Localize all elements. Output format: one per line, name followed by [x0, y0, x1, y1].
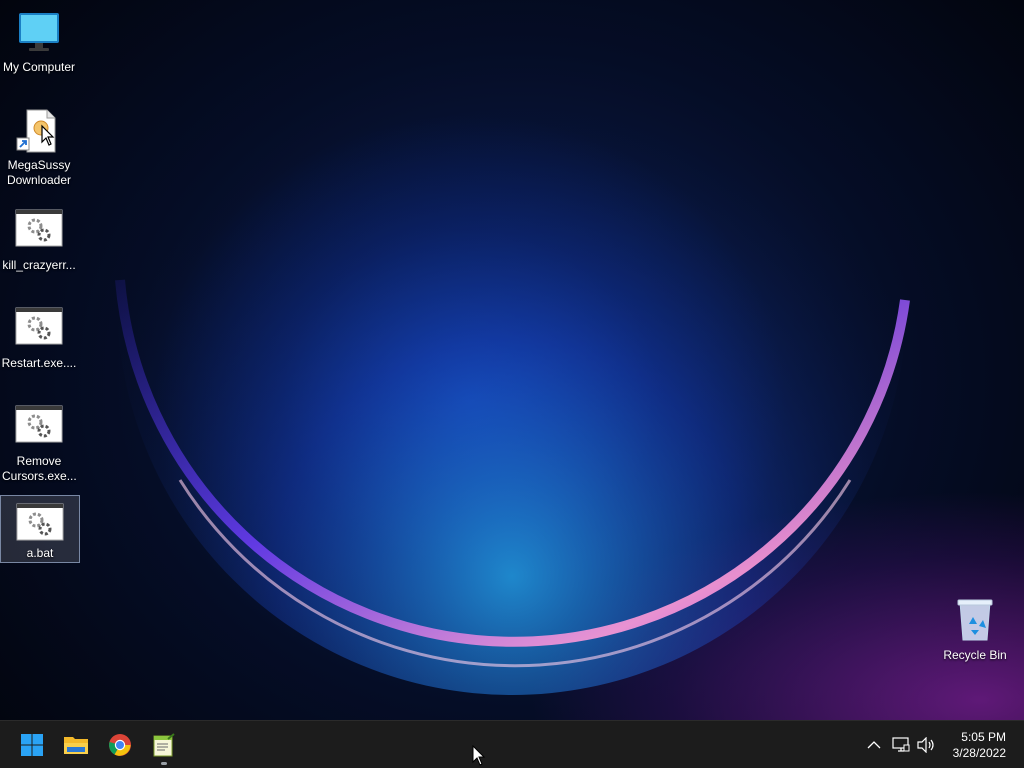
- desktop-icon-kill-crazyerr[interactable]: kill_crazyerr...: [0, 206, 78, 273]
- network-icon: [892, 737, 910, 752]
- chrome-button[interactable]: [104, 729, 136, 761]
- desktop-icon-label: kill_crazyerr...: [2, 258, 76, 272]
- start-button[interactable]: [16, 729, 48, 761]
- chrome-icon: [109, 734, 131, 756]
- desktop-icon-remove-cursors-exe[interactable]: Remove Cursors.exe...: [0, 402, 78, 484]
- desktop-icon-a-bat[interactable]: a.bat: [0, 495, 80, 563]
- executable-gear-icon: [15, 402, 63, 450]
- desktop-icon-recycle-bin[interactable]: Recycle Bin: [936, 596, 1014, 663]
- volume-icon: [917, 737, 934, 753]
- desktop-icon-megasussy-downloader[interactable]: MegaSussy Downloader: [0, 106, 78, 188]
- desktop-icon-label: Recycle Bin: [943, 648, 1007, 662]
- network-button[interactable]: [891, 735, 911, 755]
- desktop-icon-label: a.bat: [26, 546, 54, 560]
- desktop-icon-restart-exe[interactable]: Restart.exe....: [0, 304, 78, 371]
- monitor-icon: [15, 8, 63, 56]
- notepad-icon: [153, 733, 175, 757]
- windows-start-icon: [21, 734, 43, 756]
- notepad-plus-button[interactable]: [148, 729, 180, 765]
- clock-time: 5:05 PM: [961, 730, 1006, 744]
- chevron-up-icon: [867, 741, 881, 749]
- desktop-icon-my-computer[interactable]: My Computer: [0, 8, 78, 75]
- wallpaper: [115, 0, 910, 695]
- running-indicator: [161, 762, 167, 765]
- desktop-icon-label: Remove Cursors.exe...: [2, 454, 77, 483]
- executable-gear-icon: [15, 206, 63, 254]
- show-hidden-icons-button[interactable]: [864, 735, 884, 755]
- desktop-icon-label: Restart.exe....: [1, 356, 77, 370]
- system-clock[interactable]: 5:05 PM 3/28/2022: [953, 729, 1006, 761]
- desktop-icon-label: MegaSussy Downloader: [6, 158, 72, 187]
- recycle-bin-icon: [951, 596, 999, 644]
- mouse-pointer-icon: [472, 745, 486, 766]
- desktop[interactable]: My Computer MegaSussy Downloader kill_cr…: [0, 0, 1024, 720]
- clock-date: 3/28/2022: [952, 746, 1006, 760]
- file-explorer-button[interactable]: [60, 729, 92, 761]
- taskbar: 5:05 PM 3/28/2022: [0, 720, 1024, 768]
- batch-file-gear-icon: [16, 500, 64, 548]
- volume-button[interactable]: [916, 735, 936, 755]
- desktop-icon-label: My Computer: [2, 60, 76, 74]
- shortcut-file-icon: [15, 106, 63, 154]
- folder-icon: [64, 737, 88, 754]
- executable-gear-icon: [15, 304, 63, 352]
